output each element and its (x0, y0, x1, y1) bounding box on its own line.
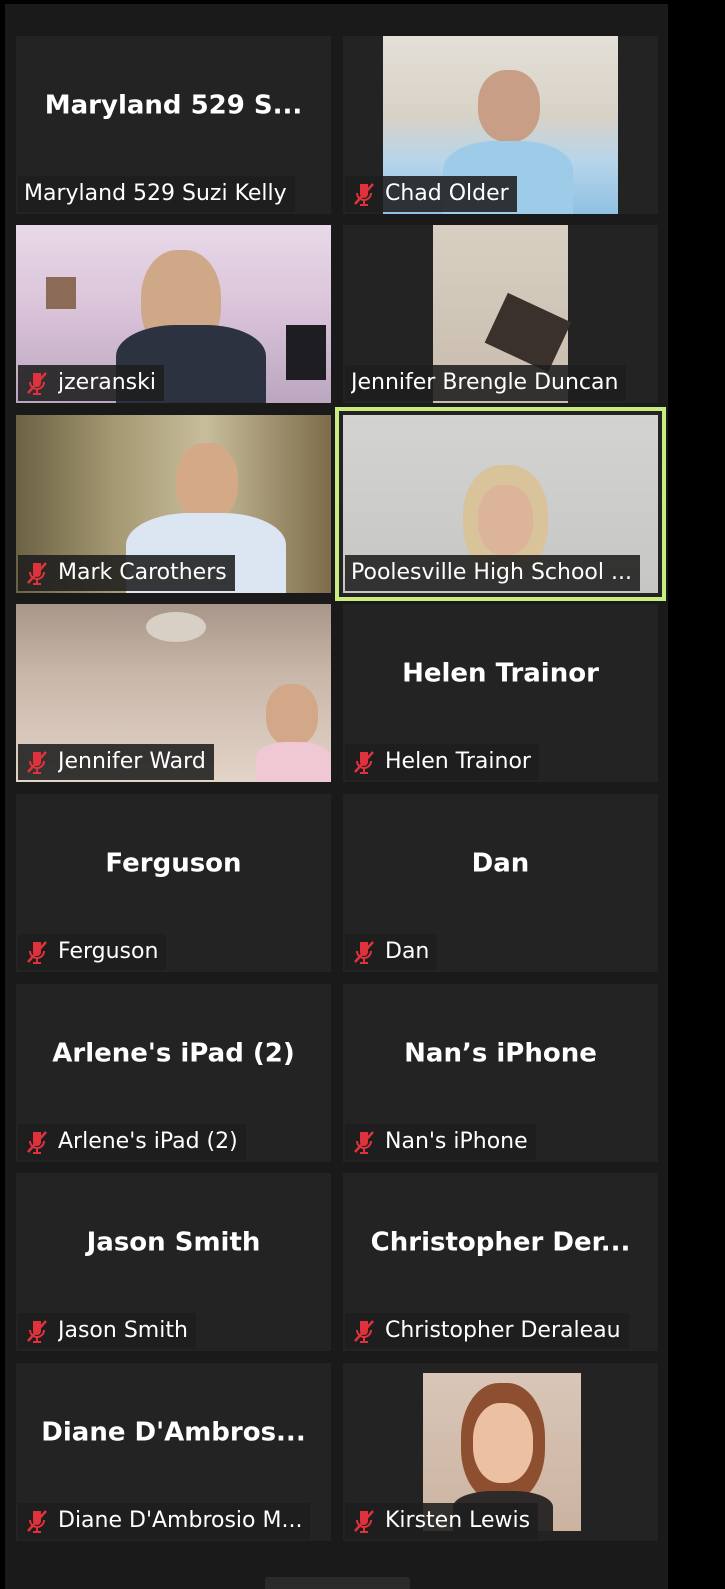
participant-label-text: Diane D'Ambrosio M... (58, 1508, 303, 1533)
participant-name-label: Poolesville High School ... (345, 555, 640, 591)
participant-label-text: Arlene's iPad (2) (58, 1129, 238, 1154)
mic-muted-icon (27, 372, 47, 395)
participant-label-text: jzeranski (58, 370, 156, 395)
mic-muted-icon (27, 562, 47, 585)
mic-muted-icon (354, 1320, 374, 1343)
participant-tile-jzeranski[interactable]: jzeranski (16, 225, 331, 403)
participant-tile-diane-dambrosio[interactable]: Diane D'Ambros... Diane D'Ambrosio M... (16, 1363, 331, 1541)
participant-tile-maryland-529[interactable]: Maryland 529 S... Maryland 529 Suzi Kell… (16, 36, 331, 214)
participant-name-display: Maryland 529 S... (44, 90, 303, 121)
mic-muted-icon (354, 1510, 374, 1533)
participant-name-label: Kirsten Lewis (345, 1503, 539, 1539)
participant-label-text: Maryland 529 Suzi Kelly (24, 181, 287, 206)
participant-tile-jennifer-ward[interactable]: Jennifer Ward (16, 604, 331, 782)
participant-label-text: Jason Smith (58, 1318, 188, 1343)
participant-name-display: Christopher Der... (370, 1227, 631, 1258)
bottom-toolbar-handle[interactable] (265, 1577, 410, 1589)
participant-name-display: Ferguson (105, 848, 242, 879)
participant-label-text: Jennifer Brengle Duncan (351, 370, 619, 395)
participant-name-label: Maryland 529 Suzi Kelly (18, 176, 295, 212)
participant-name-label: Christopher Deraleau (345, 1313, 629, 1349)
participant-tile-christopher-deraleau[interactable]: Christopher Der... Christopher Deraleau (343, 1173, 658, 1351)
participant-name-display: Arlene's iPad (2) (52, 1038, 295, 1069)
mic-muted-icon (27, 1320, 47, 1343)
participant-label-text: Poolesville High School ... (351, 560, 632, 585)
participant-tile-jason-smith[interactable]: Jason Smith Jason Smith (16, 1173, 331, 1351)
participant-tile-nans-iphone[interactable]: Nan’s iPhone Nan's iPhone (343, 984, 658, 1162)
mic-muted-icon (27, 941, 47, 964)
participant-name-label: Jennifer Brengle Duncan (345, 365, 627, 401)
participant-tile-kirsten-lewis[interactable]: Kirsten Lewis (343, 1363, 658, 1541)
participant-name-label: Jason Smith (18, 1313, 196, 1349)
participant-name-label: Ferguson (18, 934, 167, 970)
mic-muted-icon (27, 1131, 47, 1154)
participant-name-display: Jason Smith (86, 1227, 261, 1258)
participant-name-display: Helen Trainor (402, 658, 599, 689)
participant-name-display: Diane D'Ambros... (41, 1417, 306, 1448)
participant-tile-helen-trainor[interactable]: Helen Trainor Helen Trainor (343, 604, 658, 782)
participant-name-label: Diane D'Ambrosio M... (18, 1503, 311, 1539)
gallery-view: Maryland 529 S... Maryland 529 Suzi Kell… (5, 4, 668, 1589)
participant-label-text: Christopher Deraleau (385, 1318, 621, 1343)
participant-label-text: Chad Older (385, 181, 509, 206)
mic-muted-icon (354, 1131, 374, 1154)
participant-label-text: Nan's iPhone (385, 1129, 528, 1154)
participant-tile-dan[interactable]: Dan Dan (343, 794, 658, 972)
participant-label-text: Jennifer Ward (58, 749, 206, 774)
participant-name-label: jzeranski (18, 365, 164, 401)
mic-muted-icon (27, 751, 47, 774)
participant-tile-ferguson[interactable]: Ferguson Ferguson (16, 794, 331, 972)
participant-name-label: Nan's iPhone (345, 1124, 536, 1160)
participant-tile-jennifer-brengle-duncan[interactable]: Jennifer Brengle Duncan (343, 225, 658, 403)
mic-muted-icon (27, 1510, 47, 1533)
participant-name-label: Mark Carothers (18, 555, 235, 591)
participant-name-label: Arlene's iPad (2) (18, 1124, 246, 1160)
participant-label-text: Dan (385, 939, 430, 964)
participant-name-label: Jennifer Ward (18, 744, 214, 780)
participant-label-text: Kirsten Lewis (385, 1508, 531, 1533)
mic-muted-icon (354, 751, 374, 774)
participant-name-display: Dan (471, 848, 530, 879)
participant-tile-chad-older[interactable]: Chad Older (343, 36, 658, 214)
participant-tile-mark-carothers[interactable]: Mark Carothers (16, 415, 331, 593)
mic-muted-icon (354, 183, 374, 206)
participant-name-display: Nan’s iPhone (404, 1038, 597, 1069)
participant-name-label: Chad Older (345, 176, 517, 212)
participant-name-label: Helen Trainor (345, 744, 539, 780)
mic-muted-icon (354, 941, 374, 964)
participant-label-text: Mark Carothers (58, 560, 227, 585)
participant-name-label: Dan (345, 934, 438, 970)
participant-tile-arlenes-ipad[interactable]: Arlene's iPad (2) Arlene's iPad (2) (16, 984, 331, 1162)
participant-tile-poolesville-high-school[interactable]: Poolesville High School ... (335, 407, 666, 601)
participant-label-text: Helen Trainor (385, 749, 531, 774)
participant-label-text: Ferguson (58, 939, 159, 964)
